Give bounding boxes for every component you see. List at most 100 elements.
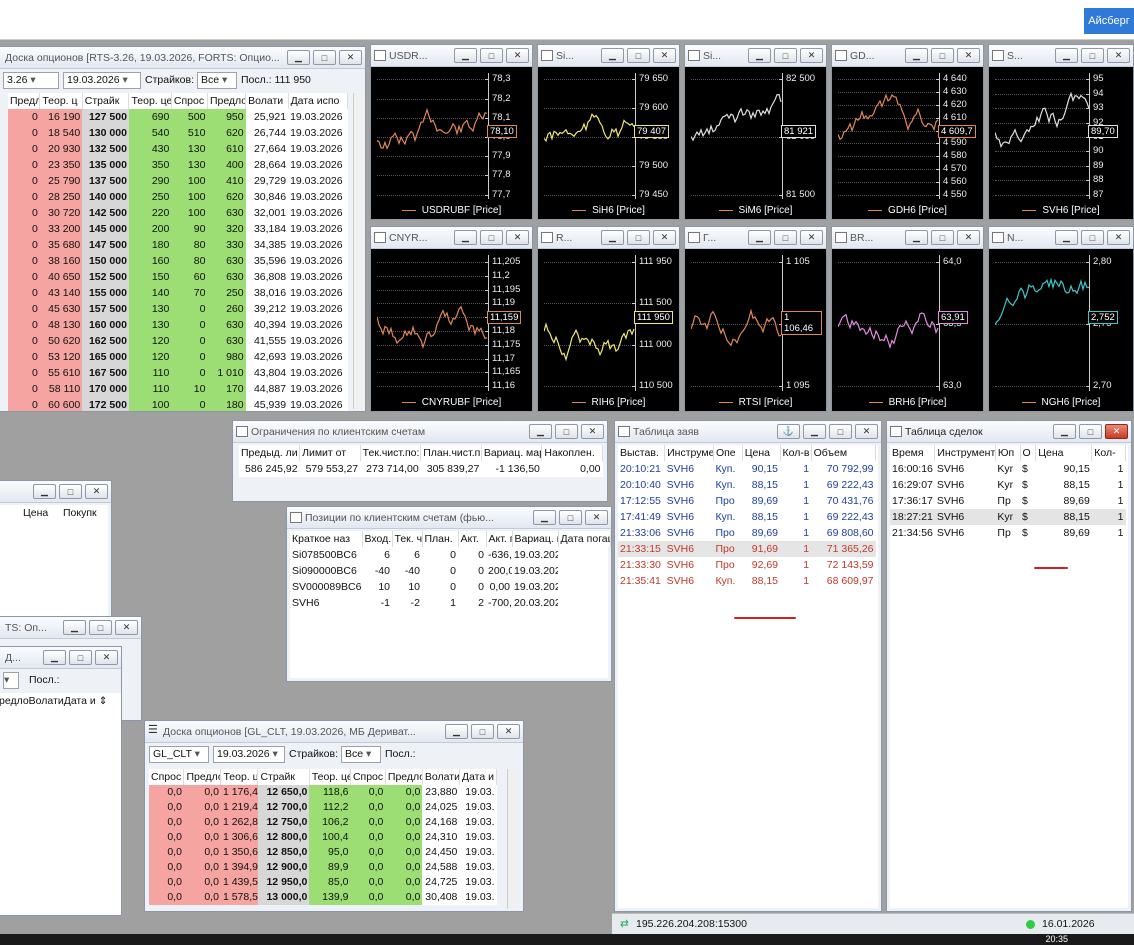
minimize-button[interactable]: ▁ <box>454 48 477 63</box>
table-row[interactable]: Si090000BC6 -40 -40 0 0 200,0019.03.2026 <box>290 563 610 579</box>
minimize-button[interactable]: ▁ <box>529 424 552 439</box>
col-header[interactable]: Цена <box>1035 445 1093 461</box>
col-header[interactable]: Страйк <box>82 93 130 109</box>
maximize-button[interactable]: □ <box>480 48 503 63</box>
table-row[interactable]: 20:10:21 SVH6 Куп. 90,15 1 70 792,99 <box>618 461 876 477</box>
table-row[interactable]: 0 18 540 130 000 540 510 620 26,744 19.03.2026 <box>8 125 348 141</box>
table-row[interactable]: 20:10:40 SVH6 Куп. 88,15 1 69 222,43 <box>618 477 876 493</box>
minimize-button[interactable]: ▁ <box>1053 424 1076 439</box>
close-button[interactable]: ✕ <box>653 230 676 245</box>
table-row[interactable]: 21:33:30 SVH6 Про 92,69 1 72 143,59 <box>618 557 876 573</box>
maximize-button[interactable]: □ <box>829 424 852 439</box>
maximize-button[interactable]: □ <box>931 230 954 245</box>
close-button[interactable]: ✕ <box>497 724 520 739</box>
maximize-button[interactable]: □ <box>774 230 797 245</box>
table-row[interactable]: 586 245,92 579 553,27 273 714,00 305 839,27… <box>239 461 603 477</box>
window-titlebar[interactable]: Таблица сделок ▁ □ ✕ <box>887 421 1131 443</box>
pin-icon[interactable]: ⚓ <box>777 424 800 439</box>
col-header[interactable]: Дата испо <box>288 93 349 109</box>
close-button[interactable]: ✕ <box>581 424 604 439</box>
table-row[interactable]: 21:33:06 SVH6 Про 89,69 1 69 808,60 <box>618 525 876 541</box>
chart-plot[interactable]: 1 1051 1001 0951 106,46RTSI [Price] <box>685 249 826 411</box>
table-row[interactable]: 0 25 790 137 500 290 100 410 29,729 19.03.2026 <box>8 173 348 189</box>
window-titlebar[interactable]: BR... ▁ □ ✕ <box>832 227 983 249</box>
window-titlebar[interactable]: Позиции по клиентским счетам (фью... ▁ □ ✕ <box>287 507 611 529</box>
table-row[interactable]: 0 48 130 160 000 130 0 630 40,394 19.03.2026 <box>8 317 348 333</box>
minimize-button[interactable]: ▁ <box>748 230 771 245</box>
window-titlebar[interactable]: S... ▁ □ ✕ <box>989 45 1133 67</box>
col-header[interactable]: Выстав. <box>618 445 666 461</box>
window-titlebar[interactable]: Si... ▁ □ ✕ <box>538 45 679 67</box>
window-titlebar[interactable]: USDR... ▁ □ ✕ <box>371 45 532 67</box>
maximize-button[interactable]: □ <box>555 424 578 439</box>
chart-plot[interactable]: 4 6404 6304 6204 6104 6004 5904 5804 570… <box>832 67 983 219</box>
close-button[interactable]: ✕ <box>1107 48 1130 63</box>
close-button[interactable]: ✕ <box>855 424 878 439</box>
series-select[interactable]: GL_CLT <box>149 745 209 763</box>
maximize-button[interactable]: □ <box>627 230 650 245</box>
table-row[interactable]: 0 30 720 142 500 220 100 630 32,001 19.03.2026 <box>8 205 348 221</box>
minimize-button[interactable]: ▁ <box>533 510 556 525</box>
table-row[interactable]: 18:27:21 SVH6 Kyr $88,15 1 <box>890 509 1126 525</box>
chart-plot[interactable]: 64,063,563,063,91BRH6 [Price] <box>832 249 983 411</box>
close-button[interactable]: ✕ <box>653 48 676 63</box>
maximize-button[interactable]: □ <box>931 48 954 63</box>
col-header[interactable]: Вариац. ма <box>512 531 559 547</box>
table-row[interactable]: 0 45 630 157 500 130 0 260 39,212 19.03.2026 <box>8 301 348 317</box>
window-titlebar[interactable]: Доска опционов [RTS-3.26, 19.03.2026, FO… <box>0 47 365 69</box>
chart-plot[interactable]: 111 950 111 500 111 000 110 500 111 950 RIH6 … <box>538 249 679 411</box>
chart-plot[interactable]: 2,802,752,702,752NGH6 [Price] <box>989 249 1133 411</box>
col-header[interactable]: Тек.чист.по: <box>360 445 422 461</box>
col-header[interactable]: Теор. ц <box>39 93 83 109</box>
table-row[interactable]: 0,0 0,0 1 262,8 12 750,0 106,2 0,0 0,0 24,168 19… <box>149 815 497 830</box>
maximize-button[interactable]: □ <box>480 230 503 245</box>
window-titlebar[interactable]: GD... ▁ □ ✕ <box>832 45 983 67</box>
table-row[interactable]: 17:12:55 SVH6 Про 89,69 1 70 431,76 <box>618 493 876 509</box>
window-titlebar[interactable]: Д... ▁ □ ✕ <box>0 647 121 669</box>
table-row[interactable]: 16:29:07 SVH6 Kyr $88,15 1 <box>890 477 1126 493</box>
minimize-button[interactable]: ▁ <box>601 230 624 245</box>
table-row[interactable]: 0 16 190 127 500 690 500 950 25,921 19.03.2026 <box>8 109 348 125</box>
table-row[interactable]: 0 40 650 152 500 150 60 630 36,808 19.03.2026 <box>8 269 348 285</box>
table-row[interactable]: 0 38 160 150 000 160 80 630 35,596 19.03.2026 <box>8 253 348 269</box>
maximize-button[interactable]: □ <box>627 48 650 63</box>
col-header[interactable]: Краткое наз <box>290 531 363 547</box>
col-header[interactable]: Предло <box>183 769 222 785</box>
col-header[interactable]: Дата и <box>459 769 498 785</box>
close-button[interactable]: ✕ <box>957 230 980 245</box>
window-titlebar[interactable]: Si... ▁ □ ✕ <box>685 45 826 67</box>
col-header[interactable]: Накоплен. <box>541 445 603 461</box>
minimize-button[interactable]: ▁ <box>1055 230 1078 245</box>
table-row[interactable]: SVH6 -1 -2 1 2 -700,5020.03.2026 <box>290 595 610 611</box>
table-row[interactable]: 0,0 0,0 1 306,6 12 800,0 100,4 0,0 0,0 24,310 19… <box>149 830 497 845</box>
close-button[interactable]: ✕ <box>115 620 138 635</box>
table-row[interactable]: 0 33 200 145 000 200 90 320 33,184 19.03.2026 <box>8 221 348 237</box>
table-row[interactable]: 21:35:41 SVH6 Куп. 88,15 1 68 609,97 <box>618 573 876 589</box>
chart-plot[interactable]: 79 65079 60079 55079 50079 45079 407SiH6… <box>538 67 679 219</box>
minimize-button[interactable]: ▁ <box>287 50 310 65</box>
table-row[interactable]: 0 60 600 172 500 100 0 180 45,939 19.03.2026 <box>8 397 348 411</box>
maximize-button[interactable]: □ <box>313 50 336 65</box>
maximize-button[interactable]: □ <box>1081 230 1104 245</box>
close-button[interactable]: ✕ <box>800 48 823 63</box>
col-header[interactable]: Акт. <box>458 531 487 547</box>
col-header[interactable]: Предло <box>8 93 41 109</box>
col-header[interactable]: Спрос <box>171 93 208 109</box>
table-row[interactable]: 0 28 250 140 000 250 100 620 30,846 19.03.2026 <box>8 189 348 205</box>
sort-icon[interactable]: ⇕ <box>96 695 108 707</box>
col-header[interactable]: Объем <box>811 445 877 461</box>
close-button[interactable]: ✕ <box>339 50 362 65</box>
minimize-button[interactable]: ▁ <box>601 48 624 63</box>
table-row[interactable]: 0,0 0,0 1 578,5 13 000,0 139,9 0,0 0,0 30,408 19… <box>149 890 497 905</box>
window-titlebar[interactable]: CNYR... ▁ □ ✕ <box>371 227 532 249</box>
table-row[interactable]: 0 35 680 147 500 180 80 330 34,385 19.03.2026 <box>8 237 348 253</box>
vertical-scrollbar[interactable] <box>353 93 365 409</box>
table-row[interactable]: 21:33:15 SVH6 Про 91,69 1 71 365,26 <box>618 541 876 557</box>
iceberg-button[interactable]: Айсберг <box>1084 8 1134 34</box>
close-button[interactable]: ✕ <box>1105 424 1128 439</box>
table-row[interactable]: 0,0 0,0 1 350,6 12 850,0 95,0 0,0 0,0 24,450 19.… <box>149 845 497 860</box>
table-row[interactable]: 0 20 930 132 500 430 130 610 27,664 19.03.2026 <box>8 141 348 157</box>
maximize-button[interactable]: □ <box>59 484 82 499</box>
strikes-select[interactable]: Все <box>196 71 237 89</box>
table-row[interactable]: 17:41:49 SVH6 Куп. 88,15 1 69 222,43 <box>618 509 876 525</box>
